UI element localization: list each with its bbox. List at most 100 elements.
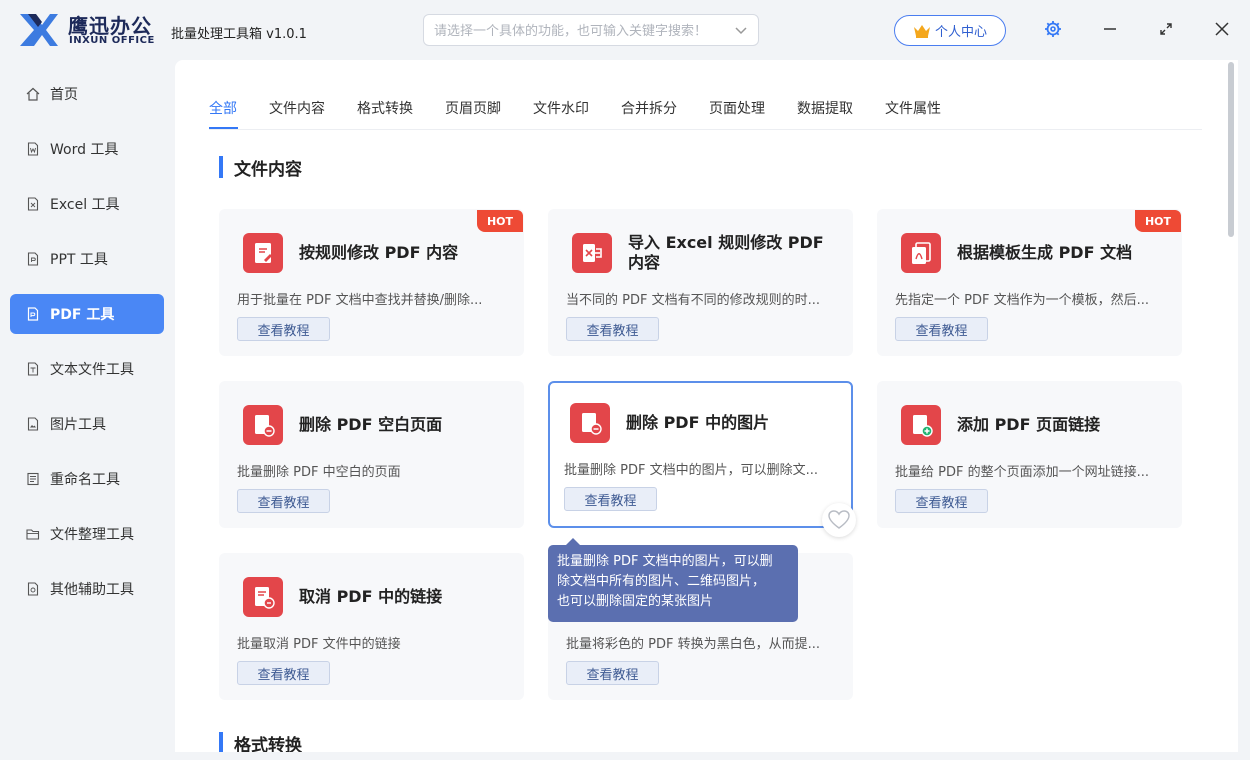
sidebar-item-label: PDF 工具 [50, 307, 115, 323]
pdf-delete-image-icon [570, 403, 610, 443]
sidebar-item-home[interactable]: 首页 [10, 74, 164, 114]
app-title: 批量处理工具箱 v1.0.1 [171, 27, 307, 42]
sidebar-item-image[interactable]: 图片工具 [10, 404, 164, 444]
user-center-label: 个人中心 [934, 25, 987, 40]
sidebar-item-label: Word 工具 [50, 142, 119, 158]
excel-import-icon [572, 233, 612, 273]
search-input[interactable] [434, 21, 730, 41]
tab-all[interactable]: 全部 [209, 98, 237, 118]
category-tabs: 全部 文件内容 格式转换 页眉页脚 文件水印 合并拆分 页面处理 数据提取 文件… [209, 94, 1202, 130]
chevron-down-icon[interactable] [734, 23, 748, 37]
maximize-button[interactable] [1155, 18, 1177, 40]
tool-card-delete-pdf-images[interactable]: 删除 PDF 中的图片 批量删除 PDF 文档中的图片，可以删除文... 查看教… [548, 381, 853, 528]
card-title: 导入 Excel 规则修改 PDF 内容 [628, 233, 824, 272]
folder-icon [26, 529, 40, 540]
sidebar-item-pdf[interactable]: PDF 工具 [10, 294, 164, 334]
view-tutorial-button[interactable]: 查看教程 [237, 489, 330, 513]
active-tab-indicator [209, 127, 238, 129]
card-description: 批量给 PDF 的整个页面添加一个网址链接... [895, 465, 1149, 480]
minimize-button[interactable] [1099, 18, 1121, 40]
sidebar-item-text[interactable]: 文本文件工具 [10, 349, 164, 389]
main-panel: 全部 文件内容 格式转换 页眉页脚 文件水印 合并拆分 页面处理 数据提取 文件… [175, 60, 1238, 752]
card-description: 批量删除 PDF 中空白的页面 [237, 465, 401, 480]
view-tutorial-button[interactable]: 查看教程 [895, 489, 988, 513]
sidebar-item-label: Excel 工具 [50, 197, 120, 213]
sidebar-item-label: 重命名工具 [50, 472, 120, 488]
settings-button[interactable] [1042, 18, 1064, 40]
excel-file-icon [27, 197, 39, 211]
tab-merge-split[interactable]: 合并拆分 [621, 98, 677, 118]
card-description: 当不同的 PDF 文档有不同的修改规则的时... [566, 293, 820, 308]
tab-page-process[interactable]: 页面处理 [709, 98, 765, 118]
tab-format-convert[interactable]: 格式转换 [357, 98, 413, 118]
vertical-scrollbar[interactable] [1225, 62, 1237, 750]
tool-card-excel-rule-modify-pdf[interactable]: 导入 Excel 规则修改 PDF 内容 当不同的 PDF 文档有不同的修改规则… [548, 209, 853, 356]
view-tutorial-button[interactable]: 查看教程 [566, 661, 659, 685]
section-title-file-content: 文件内容 [219, 155, 302, 180]
tab-header-footer[interactable]: 页眉页脚 [445, 98, 501, 118]
pdf-delete-page-icon [243, 405, 283, 445]
hot-badge: HOT [1135, 210, 1181, 232]
sidebar-item-word[interactable]: Word 工具 [10, 129, 164, 169]
search-box[interactable] [423, 14, 759, 46]
card-title: 根据模板生成 PDF 文档 [957, 243, 1133, 262]
sidebar-item-label: 文件整理工具 [50, 527, 134, 543]
tool-card-delete-blank-pages[interactable]: 删除 PDF 空白页面 批量删除 PDF 中空白的页面 查看教程 [219, 381, 524, 528]
tool-card-add-page-link[interactable]: 添加 PDF 页面链接 批量给 PDF 的整个页面添加一个网址链接... 查看教… [877, 381, 1182, 528]
sidebar-item-label: 文本文件工具 [50, 362, 134, 378]
view-tutorial-button[interactable]: 查看教程 [566, 317, 659, 341]
minimize-icon [1104, 28, 1116, 30]
card-description: 批量取消 PDF 文件中的链接 [237, 637, 401, 652]
tab-watermark[interactable]: 文件水印 [533, 98, 589, 118]
tool-card-template-generate-pdf[interactable]: 根据模板生成 PDF 文档 先指定一个 PDF 文档作为一个模板，然后... 查… [877, 209, 1182, 356]
scrollbar-thumb[interactable] [1228, 62, 1234, 237]
pdf-add-link-icon [901, 405, 941, 445]
card-title: 删除 PDF 中的图片 [626, 413, 770, 432]
section-title-format-convert: 格式转换 [219, 731, 302, 752]
close-button[interactable] [1211, 18, 1233, 40]
tab-file-content[interactable]: 文件内容 [269, 98, 325, 118]
close-icon [1215, 22, 1229, 36]
card-description: 用于批量在 PDF 文档中查找并替换/删除... [237, 293, 483, 308]
sidebar-item-ppt[interactable]: PPT 工具 [10, 239, 164, 279]
sidebar: 首页 Word 工具 Excel 工具 PPT 工具 PDF 工具 文本文件工具… [0, 60, 175, 760]
sidebar-item-label: 其他辅助工具 [50, 582, 134, 598]
word-file-icon [27, 142, 39, 156]
home-icon [26, 87, 40, 101]
card-description: 批量删除 PDF 文档中的图片，可以删除文... [564, 463, 818, 478]
card-description: 先指定一个 PDF 文档作为一个模板，然后... [895, 293, 1149, 308]
favorite-button[interactable] [822, 503, 856, 537]
sidebar-item-misc[interactable]: 其他辅助工具 [10, 569, 164, 609]
tool-card-rule-modify-pdf[interactable]: 按规则修改 PDF 内容 用于批量在 PDF 文档中查找并替换/删除... 查看… [219, 209, 524, 356]
image-file-icon [27, 417, 39, 431]
sidebar-item-rename[interactable]: 重命名工具 [10, 459, 164, 499]
tab-file-properties[interactable]: 文件属性 [885, 98, 941, 118]
card-title: 删除 PDF 空白页面 [299, 415, 443, 434]
brand-name-en: INXUN OFFICE [69, 35, 155, 46]
title-bar: 鹰迅办公 INXUN OFFICE 批量处理工具箱 v1.0.1 个人中心 [0, 0, 1250, 60]
expand-icon [1160, 23, 1172, 35]
misc-tools-icon [27, 582, 39, 596]
pdf-file-icon [27, 307, 39, 321]
user-center-button[interactable]: 个人中心 [894, 15, 1006, 46]
view-tutorial-button[interactable]: 查看教程 [895, 317, 988, 341]
tooltip-line: 除文档中所有的图片、二维码图片， [557, 574, 766, 589]
hot-badge: HOT [477, 210, 523, 232]
crown-icon [913, 24, 930, 38]
rename-icon [27, 472, 39, 486]
tool-card-cancel-pdf-links[interactable]: 取消 PDF 中的链接 批量取消 PDF 文件中的链接 查看教程 [219, 553, 524, 700]
view-tutorial-button[interactable]: 查看教程 [237, 661, 330, 685]
tooltip-line: 批量删除 PDF 文档中的图片，可以删 [557, 554, 773, 569]
text-file-icon [27, 362, 39, 376]
sidebar-item-excel[interactable]: Excel 工具 [10, 184, 164, 224]
card-title: 添加 PDF 页面链接 [957, 415, 1101, 434]
sidebar-item-label: 图片工具 [50, 417, 106, 433]
sidebar-item-organize[interactable]: 文件整理工具 [10, 514, 164, 554]
tab-data-extract[interactable]: 数据提取 [797, 98, 853, 118]
view-tutorial-button[interactable]: 查看教程 [564, 487, 657, 511]
view-tutorial-button[interactable]: 查看教程 [237, 317, 330, 341]
sidebar-item-label: 首页 [50, 87, 78, 103]
heart-icon [828, 510, 850, 529]
card-description: 批量将彩色的 PDF 转换为黑白色，从而提... [566, 637, 820, 652]
card-title: 取消 PDF 中的链接 [299, 587, 443, 606]
